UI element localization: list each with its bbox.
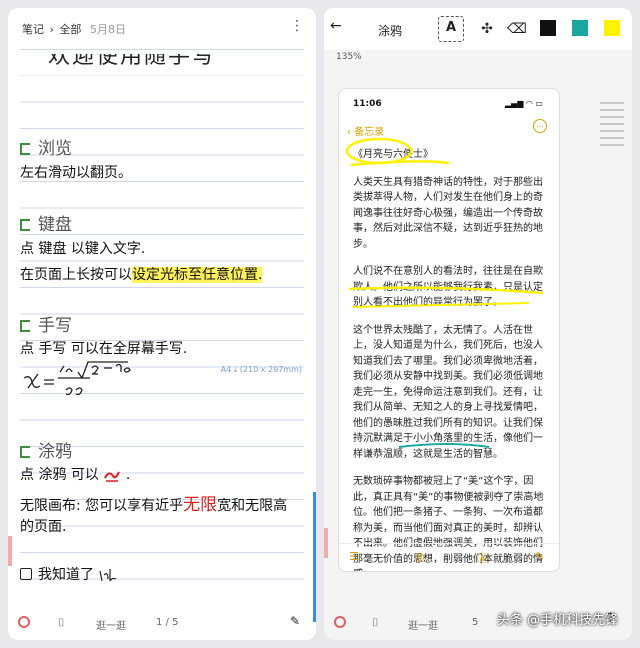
- checkbox-label: 我知道了: [38, 567, 94, 583]
- watermark: 头条 @手机科技先锋: [496, 613, 618, 628]
- infinite-canvas-text-2: 的页面.: [20, 519, 67, 535]
- bracket-icon: [20, 320, 30, 332]
- checklist-icon: ☰: [349, 550, 359, 563]
- eraser-icon[interactable]: ⌫: [504, 16, 530, 42]
- browse-button[interactable]: 逛一逛: [96, 617, 126, 632]
- section-keyboard-text-2: 在页面上长按可以设定光标至任意位置.: [20, 267, 263, 283]
- checkbox-row[interactable]: 我知道了: [20, 564, 118, 584]
- red-text: 无限: [183, 495, 218, 515]
- bracket-icon: [20, 219, 30, 231]
- color-teal-swatch[interactable]: [572, 20, 588, 36]
- page-indicator: 1 / 5: [156, 617, 179, 628]
- doodle-panel: ← 涂鸦 A ✣ ⌫ 135% 11:06 ▂▄▆ ◠ ▭ ‹ 备忘录 … 《月…: [324, 8, 632, 640]
- section-handwrite-text: 点 手写 可以在全屏幕手写.: [20, 341, 188, 357]
- doodle-title: 涂鸦: [378, 24, 403, 38]
- highlighted-text: 设定光标至任意位置.: [132, 267, 263, 283]
- page-thumbnails[interactable]: [600, 102, 624, 151]
- browse-button[interactable]: 逛一逛: [408, 617, 438, 632]
- scroll-indicator[interactable]: [313, 492, 316, 622]
- note-header: 笔记 › 全部 5月8日 ⋮: [8, 8, 316, 48]
- side-tab[interactable]: [324, 528, 328, 558]
- pasted-phone-screenshot[interactable]: 11:06 ▂▄▆ ◠ ▭ ‹ 备忘录 … 《月亮与六便士》 人类天生具有猎奇神…: [338, 88, 560, 572]
- breadcrumb-sep: ›: [49, 23, 54, 36]
- bracket-icon: [20, 446, 30, 458]
- zoom-level: 135%: [336, 52, 362, 62]
- camera-icon[interactable]: ⌷: [372, 616, 379, 630]
- section-browse-heading: 浏览: [20, 134, 72, 159]
- doodle-toolbar: ← 涂鸦 A ✣ ⌫: [324, 8, 632, 50]
- section-keyboard-text-1: 点 键盘 以键入文字.: [20, 241, 146, 257]
- section-keyboard-heading: 键盘: [20, 210, 72, 235]
- page-size-label: A4 ⤓ (210 x 297mm): [220, 365, 302, 374]
- record-icon[interactable]: [334, 616, 346, 628]
- handwritten-scribble: [99, 569, 117, 582]
- more-icon[interactable]: ⋮: [290, 18, 304, 34]
- record-icon[interactable]: [18, 616, 30, 628]
- page-indicator: 5: [472, 617, 479, 628]
- side-tab[interactable]: [8, 536, 12, 566]
- brush-icon[interactable]: ✣: [474, 16, 500, 42]
- bracket-icon: [20, 143, 30, 155]
- infinite-canvas-text: 无限画布: 您可以享有近乎无限宽和无限高: [20, 495, 288, 515]
- section-doodle-text: 点 涂鸦 可以 .: [20, 467, 131, 483]
- color-black-swatch[interactable]: [540, 20, 556, 36]
- handwritten-formula: [23, 361, 131, 396]
- pen-icon[interactable]: ✎: [290, 614, 300, 628]
- notes-panel: 笔记 › 全部 5月8日 ⋮ 欢迎使用随手写 浏览 左右滑动以翻页。 键盘 点 …: [8, 8, 316, 640]
- page-title: 欢迎使用随手写: [48, 54, 217, 69]
- camera-icon[interactable]: ⌷: [58, 616, 65, 630]
- note-date: 5月8日: [90, 23, 126, 36]
- breadcrumb-all[interactable]: 全部: [59, 23, 81, 36]
- memo-bottom-bar: ☰ ◎ Ⓐ ✎: [339, 543, 559, 571]
- camera-icon: ◎: [415, 550, 425, 563]
- text-tool-icon[interactable]: A: [438, 16, 464, 42]
- breadcrumb[interactable]: 笔记 › 全部: [22, 21, 83, 37]
- compose-icon: ✎: [535, 550, 545, 563]
- note-footer: ⌷ 逛一逛 1 / 5 ✎: [8, 606, 316, 640]
- section-browse-text: 左右滑动以翻页。: [20, 165, 132, 181]
- doodle-icon: [104, 471, 121, 482]
- color-yellow-swatch[interactable]: [604, 20, 620, 36]
- checkbox[interactable]: [20, 568, 32, 580]
- doodle-strokes: [345, 137, 544, 448]
- back-arrow-icon[interactable]: ←: [330, 18, 342, 34]
- section-handwrite-heading: 手写: [20, 311, 72, 336]
- markup-icon: Ⓐ: [477, 552, 488, 565]
- section-doodle-heading: 涂鸦: [20, 437, 72, 462]
- breadcrumb-notes[interactable]: 笔记: [22, 23, 44, 36]
